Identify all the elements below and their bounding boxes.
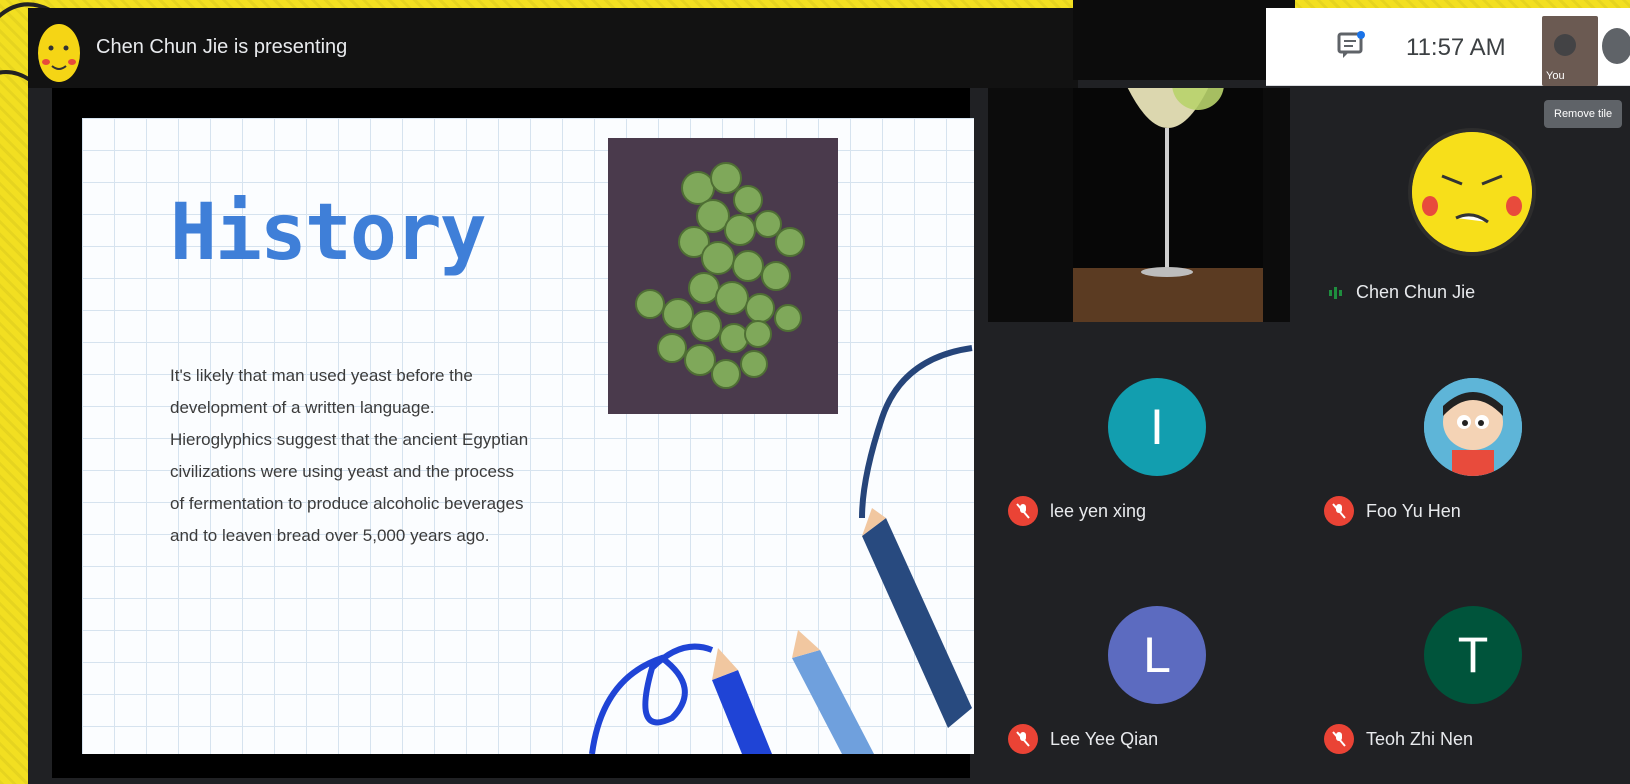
participant-tile[interactable]: I lee yen xing [998, 334, 1298, 554]
self-label: You [1546, 70, 1565, 82]
meeting-toolbar: 11:57 AM You [1266, 8, 1630, 86]
participant-name: Foo Yu Hen [1324, 496, 1461, 526]
slide: History It's likely that man used yeast … [82, 118, 974, 754]
slide-title: History [170, 188, 487, 278]
participant-name: Teoh Zhi Nen [1324, 724, 1473, 754]
meet-window: Chen Chun Jie is presenting History It's… [28, 0, 1630, 784]
participant-name: Lee Yee Qian [1008, 724, 1158, 754]
participant-name: Chen Chun Jie [1328, 282, 1475, 303]
pencil-illustration [589, 345, 973, 754]
participant-name: lee yen xing [1008, 496, 1146, 526]
more-icon[interactable] [1602, 28, 1630, 64]
presenter-bar: Chen Chun Jie is presenting [28, 8, 1078, 88]
presenter-avatar [38, 24, 80, 82]
participant-name-label: Foo Yu Hen [1366, 500, 1461, 521]
clock: 11:57 AM [1406, 34, 1506, 61]
presentation-area: History It's likely that man used yeast … [52, 88, 974, 778]
video-tile-cocktail[interactable] [988, 88, 1290, 322]
participant-name-label: Teoh Zhi Nen [1366, 728, 1474, 749]
mic-off-icon [1324, 724, 1354, 754]
avatar: L [1108, 606, 1206, 704]
avatar: I [1108, 378, 1206, 476]
cocktail-image [1073, 88, 1263, 322]
mic-off-icon [1008, 496, 1038, 526]
avatar [1408, 128, 1536, 256]
avatar [1424, 378, 1522, 476]
participant-name-label: Lee Yee Qian [1050, 728, 1159, 749]
avatar: T [1424, 606, 1522, 704]
participant-name-label: lee yen xing [1050, 500, 1147, 521]
participant-tile[interactable]: L Lee Yee Qian [998, 562, 1298, 782]
participant-tile[interactable]: T Teoh Zhi Nen [1314, 562, 1614, 782]
mic-icon[interactable] [1554, 34, 1576, 56]
chat-icon[interactable] [1336, 30, 1366, 60]
participant-name-label: Chen Chun Jie [1356, 282, 1476, 302]
mic-off-icon [1008, 724, 1038, 754]
participant-tile[interactable]: Foo Yu Hen [1314, 334, 1614, 554]
speaking-indicator-icon [1329, 286, 1342, 299]
presenter-label: Chen Chun Jie is presenting [96, 36, 348, 58]
video-tile-chen[interactable]: Chen Chun Jie [1298, 88, 1630, 322]
mic-off-icon [1324, 496, 1354, 526]
video-tile-top [1073, 0, 1295, 80]
self-video-tile[interactable]: You [1542, 16, 1598, 86]
